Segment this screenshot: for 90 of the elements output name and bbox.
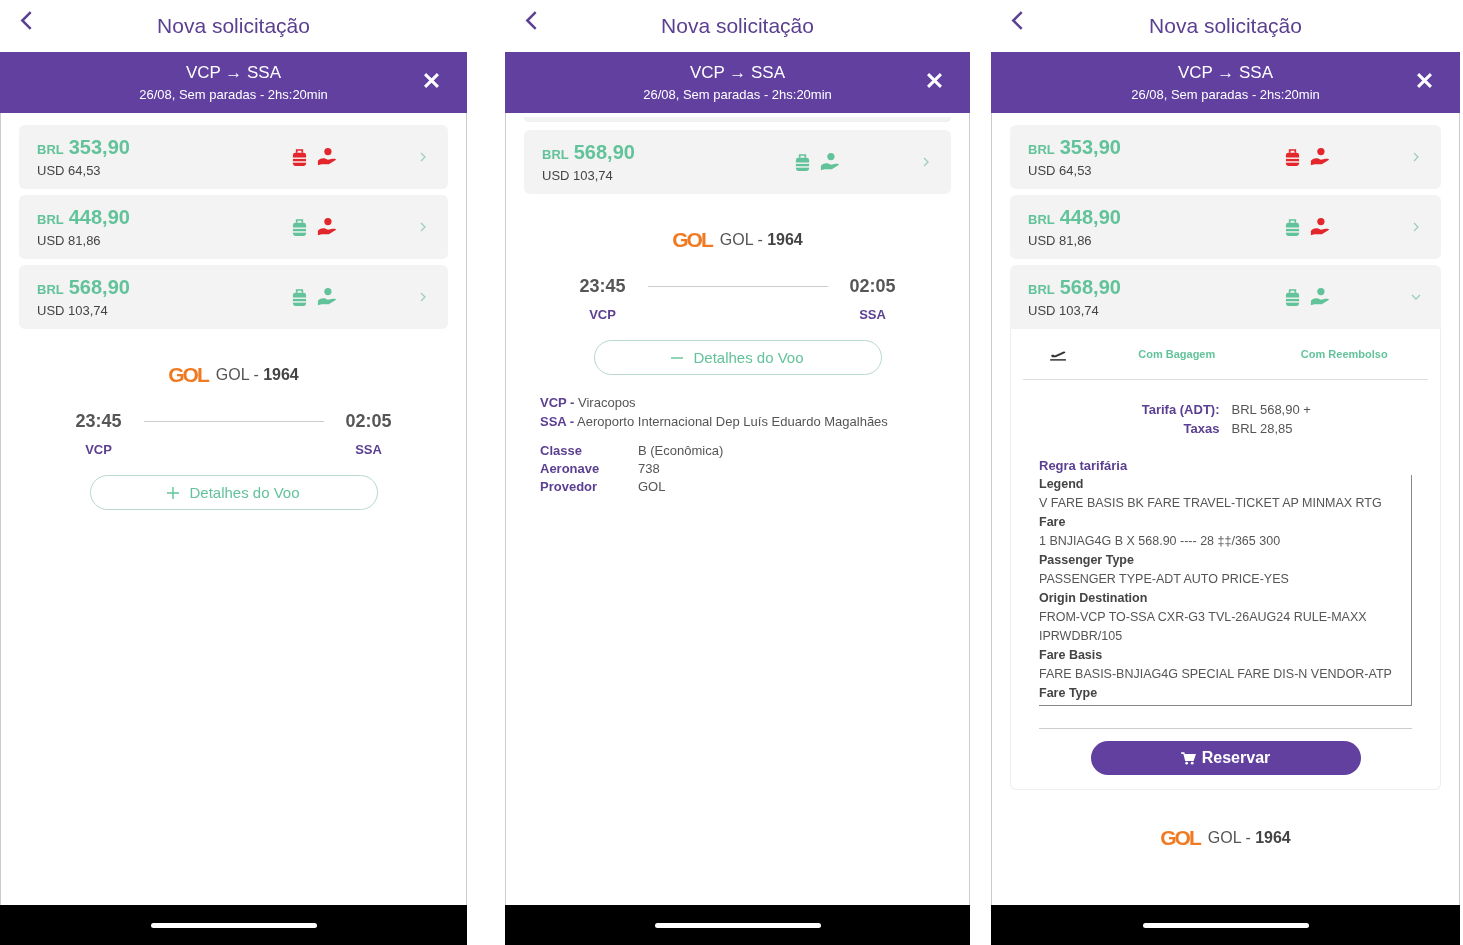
rule-text: 1 BNJIAG4G B X 568.90 ---- 28 ‡‡/365 300: [1039, 533, 1282, 550]
origin-code: VCP: [589, 307, 616, 322]
arrival-time: 02:05: [849, 276, 896, 297]
rule-heading: Legend: [1039, 476, 1085, 493]
price-amount: 448,90: [68, 206, 130, 229]
flight-number: GOL - 1964: [719, 231, 803, 249]
currency-label: BRL: [542, 147, 569, 162]
screen-title: Nova solicitação: [157, 14, 310, 38]
screen-title: Nova solicitação: [661, 14, 814, 38]
origin-code: VCP: [85, 442, 112, 457]
screen-title: Nova solicitação: [1149, 14, 1302, 38]
route-title: VCP → SSA: [689, 63, 786, 83]
usd-price: USD 64,53: [37, 163, 102, 178]
route-title: VCP → SSA: [185, 63, 282, 83]
rule-text: V FARE BASIS BK FARE TRAVEL-TICKET AP MINMAX RTG: [1039, 495, 1383, 512]
departure-time: 23:45: [75, 411, 122, 432]
destination-code: SSA: [355, 442, 382, 457]
info-value: GOL: [638, 479, 667, 494]
info-value: 738: [638, 461, 661, 476]
usd-price: USD 81,86: [1028, 233, 1093, 248]
rule-heading: Fare: [1039, 514, 1067, 531]
chevron-right-icon: [418, 292, 428, 302]
home-indicator[interactable]: [654, 922, 821, 928]
fare-card[interactable]: BRL 448,90 USD 81,86: [1010, 195, 1441, 259]
fare-card[interactable]: BRL 568,90 USD 103,74: [19, 265, 448, 329]
rule-text: PASSENGER TYPE-ADT AUTO PRICE-YES: [1039, 571, 1290, 588]
fare-rules-title: Regra tarifária: [1039, 458, 1129, 473]
chevron-right-icon: [418, 222, 428, 232]
close-button[interactable]: [424, 73, 439, 91]
info-value: B (Econômica): [638, 443, 725, 458]
airport-line: SSA - Aeroporto Internacional Dep Luís Eduardo Magalhães: [540, 413, 889, 431]
departure-time: 23:45: [579, 276, 626, 297]
destination-code: SSA: [859, 307, 886, 322]
price-amount: 568,90: [1059, 276, 1121, 299]
charge-label: Tarifa (ADT):: [1140, 402, 1220, 417]
price-amount: 353,90: [1059, 136, 1121, 159]
fare-card[interactable]: BRL 448,90 USD 81,86: [19, 195, 448, 259]
usd-price: USD 64,53: [1028, 163, 1093, 178]
currency-label: BRL: [1028, 212, 1055, 227]
airline-logo: GOL: [1160, 826, 1200, 850]
charge-value: BRL 28,85: [1231, 421, 1294, 436]
currency-label: BRL: [1028, 142, 1055, 157]
chevron-right-icon: [921, 157, 931, 167]
flight-number: GOL - 1964: [215, 366, 299, 384]
flight-summary: 26/08, Sem paradas - 2hs:20min: [139, 87, 328, 102]
close-button[interactable]: [1417, 73, 1432, 91]
chevron-right-icon: [418, 152, 428, 162]
home-indicator[interactable]: [1142, 922, 1309, 928]
fare-card[interactable]: BRL 568,90 USD 103,74: [524, 130, 951, 194]
airport-line: VCP - Viracopos: [540, 394, 637, 412]
charge-value: BRL 568,90 +: [1231, 402, 1312, 417]
flight-summary: 26/08, Sem paradas - 2hs:20min: [1131, 87, 1320, 102]
airline-logo: GOL: [168, 363, 208, 387]
currency-label: BRL: [37, 212, 64, 227]
rule-text: FARE BASIS-BNJIAG4G SPECIAL FARE DIS-N VENDOR-ATP: [1039, 666, 1393, 683]
rule-heading: Origin Destination: [1039, 590, 1149, 607]
close-button[interactable]: [927, 73, 942, 91]
price-amount: 568,90: [68, 276, 130, 299]
chevron-down-icon: [1411, 292, 1421, 302]
info-label: Aeronave: [540, 461, 601, 476]
route-title: VCP → SSA: [1177, 63, 1274, 83]
fare-card[interactable]: BRL 353,90 USD 64,53: [19, 125, 448, 189]
fare-card[interactable]: BRL 353,90 USD 64,53: [1010, 125, 1441, 189]
usd-price: USD 81,86: [37, 233, 102, 248]
charge-label: Taxas: [1182, 421, 1220, 436]
fare-card[interactable]: BRL 568,90 USD 103,74: [1010, 265, 1441, 329]
rule-heading: Fare Basis: [1039, 647, 1104, 664]
info-label: Classe: [540, 443, 583, 458]
usd-price: USD 103,74: [37, 303, 109, 318]
info-label: Provedor: [540, 479, 599, 494]
flight-number: GOL - 1964: [1207, 829, 1291, 847]
price-amount: 568,90: [573, 141, 635, 164]
currency-label: BRL: [37, 142, 64, 157]
airline-logo: GOL: [672, 228, 712, 252]
arrival-time: 02:05: [345, 411, 392, 432]
price-amount: 353,90: [68, 136, 130, 159]
chevron-right-icon: [1411, 152, 1421, 162]
home-indicator[interactable]: [150, 922, 317, 928]
usd-price: USD 103,74: [542, 168, 614, 183]
currency-label: BRL: [37, 282, 64, 297]
usd-price: USD 103,74: [1028, 303, 1100, 318]
reserve-button[interactable]: Reservar: [1090, 741, 1361, 775]
cart-icon: [1180, 751, 1196, 765]
chevron-right-icon: [1411, 222, 1421, 232]
currency-label: BRL: [1028, 282, 1055, 297]
price-amount: 448,90: [1059, 206, 1121, 229]
rule-text: FROM-VCP TO-SSA CXR-G3 TVL-26AUG24 RULE-MAXX IPRWDBR/105: [1039, 609, 1368, 645]
rule-heading: Passenger Type: [1039, 552, 1135, 569]
flight-summary: 26/08, Sem paradas - 2hs:20min: [643, 87, 832, 102]
rule-heading: Fare Type: [1039, 685, 1099, 702]
